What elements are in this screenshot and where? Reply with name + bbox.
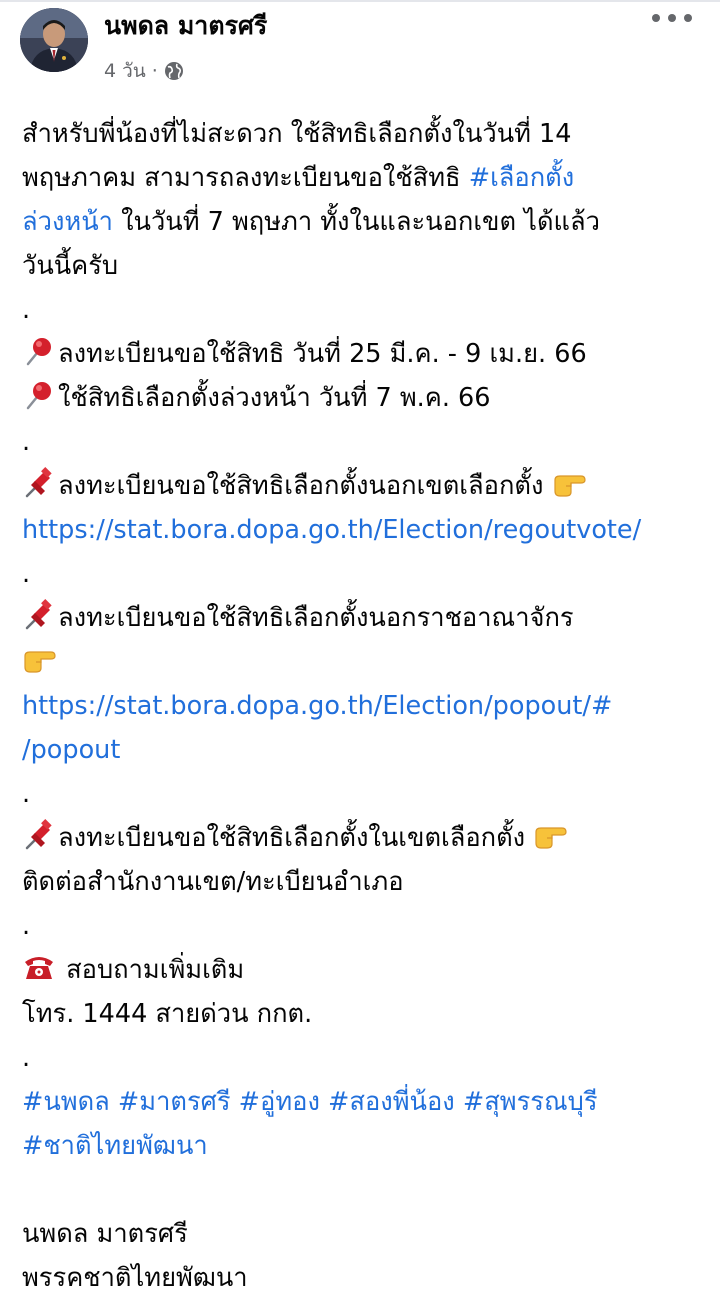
advance-vote-line: ใช้สิทธิเลือกตั้งล่วงหน้า วันที่ 7 พ.ค. … <box>22 376 698 420</box>
dot-separator: . <box>22 559 31 589</box>
inside-district-label: ลงทะเบียนขอใช้สิทธิเลือกตั้งในเขตเลือกตั… <box>58 823 534 853</box>
hashtag-link[interactable]: #ชาติไทยพัฒนา <box>22 1131 208 1161</box>
hashtags-line: #นพดล #มาตรศรี #อู่ทอง #สองพี่น้อง #สุพร… <box>22 1080 698 1124</box>
telephone-icon <box>22 950 56 984</box>
post-text: พฤษภาคม สามารถลงทะเบียนขอใช้สิทธิ <box>22 163 469 193</box>
author-name[interactable]: นพดล มาตรศรี <box>104 6 267 46</box>
pointing-right-icon <box>533 818 567 852</box>
outside-kingdom-label: ลงทะเบียนขอใช้สิทธิเลือกตั้งนอกราชอาณาจั… <box>58 603 574 633</box>
avatar[interactable] <box>20 8 88 72</box>
popout-link-line: https://stat.bora.dopa.go.th/Election/po… <box>22 684 698 728</box>
popout-link-part1[interactable]: https://stat.bora.dopa.go.th/Election/po… <box>22 691 612 721</box>
post-meta: 4 วัน · <box>104 56 184 86</box>
popout-link-part2[interactable]: /popout <box>22 735 120 765</box>
hashtag-link[interactable]: #นพดล <box>22 1087 110 1117</box>
pushpin-icon <box>22 466 56 500</box>
post-body: สำหรับพี่น้องที่ไม่สะดวก ใช้สิทธิเลือกตั… <box>22 112 698 1300</box>
dot-separator: . <box>22 427 31 457</box>
dot-separator: . <box>22 1043 31 1073</box>
popout-link-line: /popout <box>22 728 698 772</box>
more-dot <box>652 14 660 22</box>
inside-district-line: ลงทะเบียนขอใช้สิทธิเลือกตั้งในเขตเลือกตั… <box>22 816 698 860</box>
outside-district-link-line: https://stat.bora.dopa.go.th/Election/re… <box>22 508 698 552</box>
meta-separator: · <box>151 60 158 82</box>
pointing-right-icon <box>22 642 56 676</box>
inquiry-label: สอบถามเพิ่มเติม <box>58 955 245 985</box>
outside-kingdom-line: ลงทะเบียนขอใช้สิทธิเลือกตั้งนอกราชอาณาจั… <box>22 596 698 640</box>
signature-party: พรรคชาติไทยพัฒนา <box>22 1263 248 1293</box>
inquiry-phone: โทร. 1444 สายด่วน กกต. <box>22 999 313 1029</box>
hashtag-link[interactable]: #เลือกตั้ง <box>469 163 574 193</box>
outside-district-line: ลงทะเบียนขอใช้สิทธิเลือกตั้งนอกเขตเลือกต… <box>22 464 698 508</box>
more-dot <box>684 14 692 22</box>
register-period: ลงทะเบียนขอใช้สิทธิ วันที่ 25 มี.ค. - 9 … <box>58 339 587 369</box>
hashtags-line: #ชาติไทยพัฒนา <box>22 1124 698 1168</box>
dot-separator: . <box>22 911 31 941</box>
post-text-line: วันนี้ครับ <box>22 251 119 281</box>
inside-district-contact: ติดต่อสำนักงานเขต/ทะเบียนอำเภอ <box>22 867 404 897</box>
signature-name: นพดล มาตรศรี <box>22 1219 188 1249</box>
post-text: ในวันที่ 7 พฤษภา ทั้งในและนอกเขต ได้แล้ว <box>112 207 600 237</box>
post-text-line: สำหรับพี่น้องที่ไม่สะดวก ใช้สิทธิเลือกตั… <box>22 119 572 149</box>
post-text-line: ล่วงหน้า ในวันที่ 7 พฤษภา ทั้งในและนอกเข… <box>22 200 698 244</box>
round-pushpin-icon <box>22 378 56 412</box>
regoutvote-link[interactable]: https://stat.bora.dopa.go.th/Election/re… <box>22 515 641 545</box>
pointing-right-icon <box>552 466 586 500</box>
inquiry-line: สอบถามเพิ่มเติม <box>22 948 698 992</box>
hashtag-link[interactable]: ล่วงหน้า <box>22 207 113 237</box>
outside-district-label: ลงทะเบียนขอใช้สิทธิเลือกตั้งนอกเขตเลือกต… <box>58 471 552 501</box>
more-dot <box>668 14 676 22</box>
advance-vote-date: ใช้สิทธิเลือกตั้งล่วงหน้า วันที่ 7 พ.ค. … <box>58 383 491 413</box>
dot-separator: . <box>22 779 31 809</box>
dot-separator: . <box>22 295 31 325</box>
post-time[interactable]: 4 วัน <box>104 56 146 86</box>
post-text-line: พฤษภาคม สามารถลงทะเบียนขอใช้สิทธิ #เลือก… <box>22 156 698 200</box>
register-period-line: ลงทะเบียนขอใช้สิทธิ วันที่ 25 มี.ค. - 9 … <box>22 332 698 376</box>
globe-icon <box>164 61 184 81</box>
hashtag-link[interactable]: #มาตรศรี <box>118 1087 231 1117</box>
hashtag-link[interactable]: #สุพรรณบุรี <box>463 1087 598 1117</box>
top-divider <box>0 0 720 2</box>
more-options-icon[interactable] <box>652 6 692 30</box>
round-pushpin-icon <box>22 334 56 368</box>
hashtag-link[interactable]: #สองพี่น้อง <box>328 1087 455 1117</box>
pointing-line <box>22 640 698 684</box>
pushpin-icon <box>22 818 56 852</box>
hashtag-link[interactable]: #อู่ทอง <box>239 1087 320 1117</box>
pushpin-icon <box>22 598 56 632</box>
